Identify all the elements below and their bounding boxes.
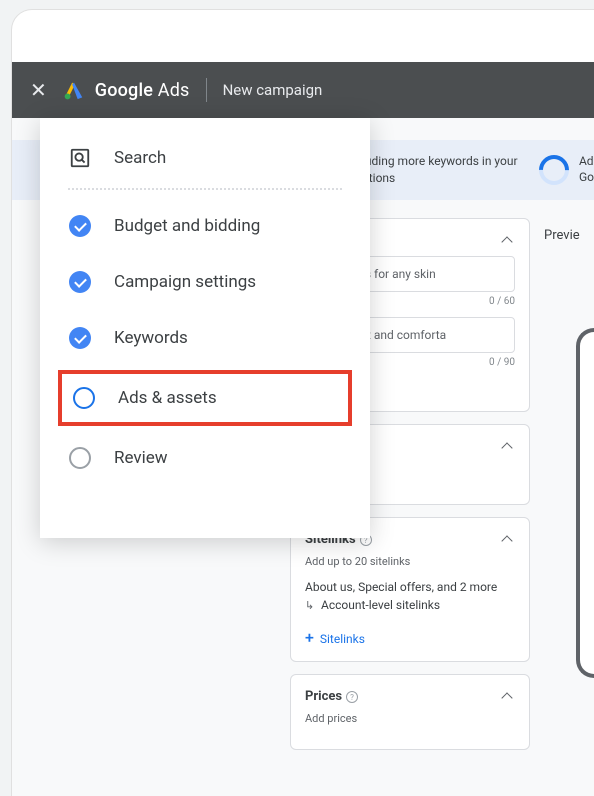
page-title: New campaign	[223, 81, 323, 99]
nav-budget-bidding[interactable]: Budget and bidding	[40, 198, 370, 254]
radio-pending-icon	[69, 447, 91, 469]
sitelinks-summary: About us, Special offers, and 2 more	[305, 578, 515, 596]
nav-item-label: Review	[114, 448, 168, 468]
radio-current-icon	[73, 387, 95, 409]
nav-item-label: Keywords	[114, 328, 188, 348]
prices-title: Prices?	[305, 689, 358, 704]
chevron-up-icon[interactable]	[503, 441, 515, 453]
add-sitelinks-button[interactable]: +Sitelinks	[305, 628, 515, 647]
sitelinks-level: ↳Account-level sitelinks	[305, 596, 515, 614]
ad-strength-widget: Ad Go	[523, 140, 594, 200]
sitelinks-card: Sitelinks? Add up to 20 sitelinks About …	[290, 517, 530, 662]
topbar: ✕ Google Ads New campaign	[12, 62, 594, 118]
nav-campaign-settings[interactable]: Campaign settings	[40, 254, 370, 310]
divider	[68, 188, 342, 190]
nav-search-label: Search	[114, 148, 166, 168]
highlighted-nav-item: Ads & assets	[58, 370, 352, 426]
prices-card: Prices? Add prices	[290, 674, 530, 750]
nav-search[interactable]: Search	[40, 136, 370, 184]
nav-sidebar: Search Budget and bidding Campaign setti…	[40, 118, 370, 538]
nav-item-label: Ads & assets	[118, 388, 217, 408]
sitelinks-sub: Add up to 20 sitelinks	[305, 555, 515, 568]
brand-text: Google Ads	[95, 80, 190, 101]
chevron-up-icon[interactable]	[503, 235, 515, 247]
nav-item-label: Budget and bidding	[114, 216, 260, 236]
chevron-up-icon[interactable]	[503, 534, 515, 546]
google-ads-logo-icon	[63, 79, 85, 101]
help-icon[interactable]: ?	[346, 691, 358, 703]
nav-review[interactable]: Review	[40, 430, 370, 486]
app-frame: ✕ Google Ads New campaign luding more ke…	[12, 10, 594, 796]
nav-ads-assets[interactable]: Ads & assets	[62, 374, 348, 422]
preview-label: Previe	[544, 228, 594, 243]
chevron-up-icon[interactable]	[503, 691, 515, 703]
check-icon	[69, 215, 91, 237]
hierarchy-icon: ↳	[305, 598, 317, 610]
prices-sub: Add prices	[305, 712, 515, 725]
nav-keywords[interactable]: Keywords	[40, 310, 370, 366]
check-icon	[69, 327, 91, 349]
check-icon	[69, 271, 91, 293]
nav-item-label: Campaign settings	[114, 272, 256, 292]
progress-ring-icon	[533, 149, 575, 191]
search-icon	[68, 146, 92, 170]
device-preview-frame	[576, 328, 594, 678]
divider	[206, 78, 207, 102]
close-icon[interactable]: ✕	[30, 78, 47, 102]
banner-text: luding more keywords in your ptions	[362, 153, 522, 187]
